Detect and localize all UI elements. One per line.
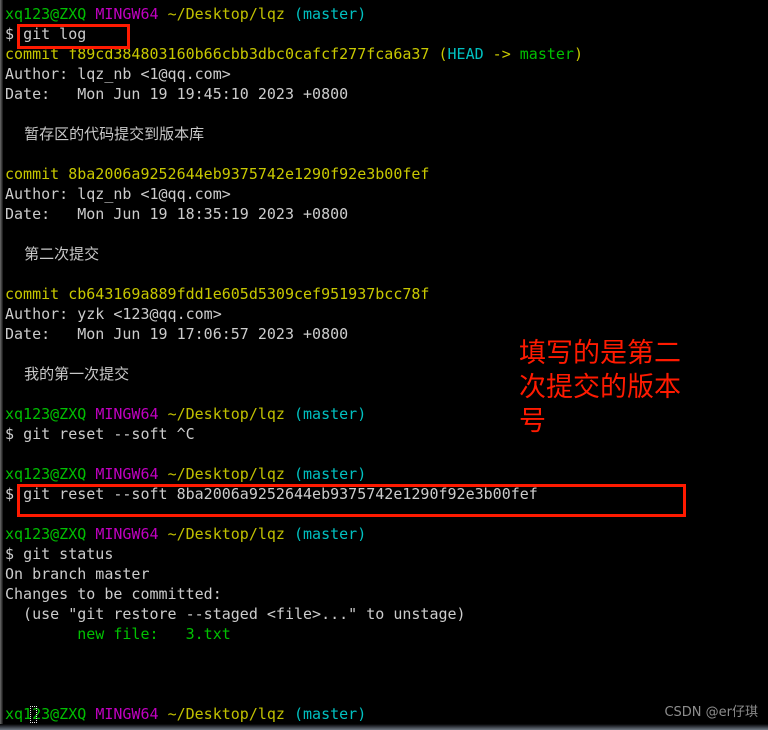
annotation-line-2: 次提交的版本 (519, 372, 681, 403)
status-branch-line: On branch master (5, 565, 150, 583)
log-label-author: Author: (5, 65, 69, 83)
refs-head: HEAD (447, 45, 484, 63)
prompt-path: ~/Desktop/lqz (167, 705, 285, 723)
prompt-user-host: xq123@ZXQ (5, 405, 87, 423)
command-line-git-reset-soft[interactable]: $ git reset --soft 8ba2006a9252644eb9375… (3, 484, 768, 504)
refs-branch: master (519, 45, 574, 63)
log-message-text: 第二次提交 (24, 245, 100, 263)
status-unstage-hint: (use "git restore --staged <file>..." to… (5, 605, 466, 623)
log-author-value: lqz_nb <1@qq.com> (77, 185, 231, 203)
prompt-line: xq123@ZXQ MINGW64 ~/Desktop/lqz (master) (3, 524, 768, 544)
log-commit-line: commit f89cd384803160b66cbb3dbc0cafcf277… (3, 44, 768, 64)
prompt-shell: MINGW64 (95, 405, 159, 423)
log-date-line: Date: Mon Jun 19 18:35:19 2023 +0800 (3, 204, 768, 224)
log-message-line: 暂存区的代码提交到版本库 (3, 124, 768, 144)
prompt-shell: MINGW64 (95, 465, 159, 483)
prompt-branch: (master) (294, 705, 367, 723)
text-cursor (30, 706, 37, 723)
log-commit-line: commit 8ba2006a9252644eb9375742e1290f92e… (3, 164, 768, 184)
refs-paren-close: ) (573, 45, 583, 63)
prompt-path: ~/Desktop/lqz (167, 525, 285, 543)
prompt-sigil: $ (5, 545, 15, 563)
prompt-path: ~/Desktop/lqz (167, 465, 285, 483)
log-label-commit: commit (5, 285, 60, 303)
terminal-window[interactable]: xq123@ZXQ MINGW64 ~/Desktop/lqz (master)… (0, 0, 768, 730)
commit-hash: f89cd384803160b66cbb3dbc0cafcf277fca6a37 (68, 45, 430, 63)
command-line-git-log[interactable]: $ git log (3, 24, 768, 44)
prompt-line: xq123@ZXQ MINGW64 ~/Desktop/lqz (master) (3, 704, 768, 724)
log-author-value: yzk <123@qq.com> (77, 305, 222, 323)
annotation-text: 填写的是第二 次提交的版本 号 (519, 337, 729, 439)
log-label-commit: commit (5, 45, 60, 63)
log-commit-line: commit cb643169a889fdd1e605d5309cef95193… (3, 284, 768, 304)
prompt-line: xq123@ZXQ MINGW64 ~/Desktop/lqz (master) (3, 464, 768, 484)
log-author-line: Author: yzk <123@qq.com> (3, 304, 768, 324)
log-message-text: 我的第一次提交 (24, 365, 130, 383)
log-date-line: Date: Mon Jun 19 19:45:10 2023 +0800 (3, 84, 768, 104)
log-label-commit: commit (5, 165, 60, 183)
log-message-text: 暂存区的代码提交到版本库 (24, 125, 205, 143)
commit-hash: cb643169a889fdd1e605d5309cef951937bcc78f (68, 285, 430, 303)
refs-arrow: -> (483, 45, 520, 63)
log-label-date: Date: (5, 85, 51, 103)
prompt-user-host: xq123@ZXQ (5, 525, 87, 543)
commit-hash: 8ba2006a9252644eb9375742e1290f92e3b00fef (68, 165, 430, 183)
prompt-branch: (master) (294, 525, 367, 543)
prompt-branch: (master) (294, 405, 367, 423)
prompt-line: xq123@ZXQ MINGW64 ~/Desktop/lqz (master) (3, 4, 768, 24)
prompt-user-host: xq123@ZXQ (5, 705, 87, 723)
log-date-value: Mon Jun 19 18:35:19 2023 +0800 (77, 205, 349, 223)
prompt-branch: (master) (294, 465, 367, 483)
command-text-git-status: git status (23, 545, 114, 563)
log-date-value: Mon Jun 19 19:45:10 2023 +0800 (77, 85, 349, 103)
refs-paren-open: ( (438, 45, 448, 63)
annotation-line-1: 填写的是第二 (519, 338, 681, 369)
log-author-line: Author: lqz_nb <1@qq.com> (3, 184, 768, 204)
log-label-date: Date: (5, 205, 51, 223)
status-changes-header: Changes to be committed: (5, 585, 222, 603)
log-author-value: lqz_nb <1@qq.com> (77, 65, 231, 83)
command-text-git-reset-soft: git reset --soft 8ba2006a9252644eb937574… (23, 485, 538, 503)
prompt-user-host: xq123@ZXQ (5, 5, 87, 23)
prompt-sigil: $ (5, 25, 15, 43)
prompt-branch: (master) (294, 5, 367, 23)
command-text-git-log: git log (23, 25, 87, 43)
prompt-path: ~/Desktop/lqz (167, 405, 285, 423)
csdn-watermark: CSDN @er仔琪 (664, 705, 758, 720)
log-date-value: Mon Jun 19 17:06:57 2023 +0800 (77, 325, 349, 343)
command-line-git-status[interactable]: $ git status (3, 544, 768, 564)
annotation-line-3: 号 (519, 406, 546, 437)
prompt-sigil: $ (5, 425, 15, 443)
log-author-line: Author: lqz_nb <1@qq.com> (3, 64, 768, 84)
prompt-user-host: xq123@ZXQ (5, 465, 87, 483)
log-label-date: Date: (5, 325, 51, 343)
log-message-line: 第二次提交 (3, 244, 768, 264)
status-staged-file: new file: 3.txt (5, 625, 231, 643)
log-label-author: Author: (5, 305, 69, 323)
prompt-path: ~/Desktop/lqz (167, 5, 285, 23)
window-bottom-edge (0, 724, 768, 730)
window-left-edge (0, 0, 3, 730)
command-text-git-reset-aborted: git reset --soft ^C (23, 425, 195, 443)
prompt-shell: MINGW64 (95, 525, 159, 543)
prompt-shell: MINGW64 (95, 5, 159, 23)
log-label-author: Author: (5, 185, 69, 203)
prompt-shell: MINGW64 (95, 705, 159, 723)
prompt-sigil: $ (5, 485, 15, 503)
